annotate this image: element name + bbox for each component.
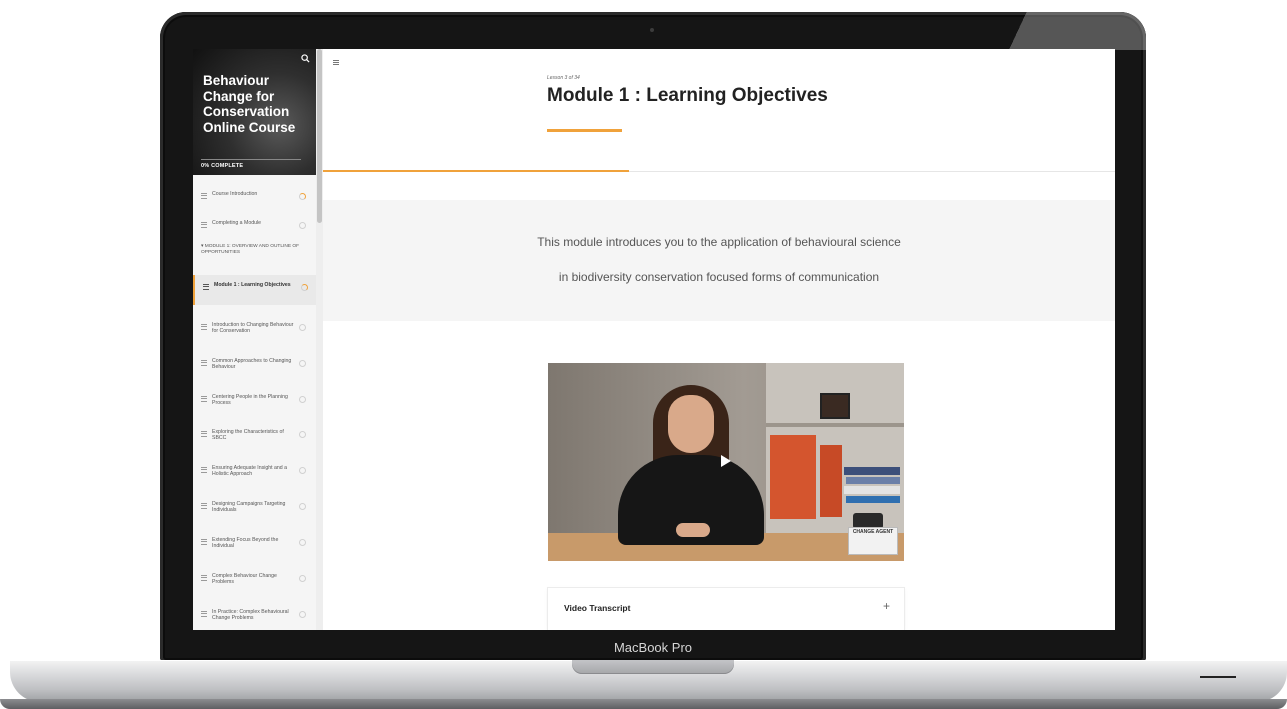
video-books <box>844 467 900 475</box>
course-title[interactable]: Behaviour Change for Conservation Online… <box>203 73 313 135</box>
lines-icon <box>201 467 207 473</box>
lines-icon <box>201 396 207 402</box>
sidebar-item-label: Ensuring Adequate Insight and a Holistic… <box>212 465 287 478</box>
sidebar-item-ensuring-adequate-insight[interactable]: Ensuring Adequate Insight and a Holistic… <box>193 458 316 484</box>
progress-circle-icon <box>299 360 306 367</box>
scrollbar-thumb[interactable] <box>317 49 322 223</box>
expand-icon[interactable]: + <box>883 599 890 613</box>
progress-circle-icon <box>299 503 306 510</box>
progress-circle-icon <box>299 575 306 582</box>
video-photo-frame <box>820 393 850 419</box>
sidebar-item-module-1-learning-objectives[interactable]: Module 1 : Learning Objectives <box>193 275 316 305</box>
lines-icon <box>201 611 207 617</box>
progress-circle-icon <box>299 611 306 618</box>
course-sidebar: Behaviour Change for Conservation Online… <box>193 49 317 630</box>
lesson-number: Lesson 3 of 34 <box>547 75 580 81</box>
sidebar-item-label: Complex Behaviour Change Problems <box>212 573 277 586</box>
video-orange-boxes <box>820 445 842 517</box>
lines-icon <box>201 539 207 545</box>
lines-icon <box>201 575 207 581</box>
sidebar-section-heading[interactable]: ▾ MODULE 1: OVERVIEW AND OUTLINE OF OPPO… <box>201 244 311 256</box>
progress-bar <box>201 159 301 160</box>
sidebar-item-label: Exploring the Characteristics of SBCC <box>212 429 284 442</box>
lid-reflection <box>956 12 1146 50</box>
lines-icon <box>201 503 207 509</box>
sidebar-scrollbar[interactable] <box>316 49 323 630</box>
video-books <box>846 477 900 484</box>
intro-text-line-1: This module introduces you to the applic… <box>537 235 901 249</box>
progress-circle-icon <box>299 431 306 438</box>
sidebar-item-label: Course Introduction <box>212 191 258 197</box>
sidebar-item-designing-campaigns[interactable]: Designing Campaigns Targeting Individual… <box>193 494 316 520</box>
video-books <box>844 486 900 494</box>
lines-icon <box>203 284 209 290</box>
laptop-notch <box>572 660 734 674</box>
search-icon[interactable] <box>301 54 310 63</box>
laptop-base-edge <box>0 699 1287 709</box>
video-person-hands <box>676 523 710 537</box>
progress-circle-icon <box>299 396 306 403</box>
lines-icon <box>201 360 207 366</box>
camera-icon <box>650 28 654 32</box>
sidebar-item-label: Extending Focus Beyond the Individual <box>212 537 279 550</box>
sidebar-item-completing-a-module[interactable]: Completing a Module <box>193 213 316 239</box>
laptop-indicator <box>1200 676 1236 678</box>
lesson-progress-bar <box>323 170 629 172</box>
progress-circle-icon <box>299 222 306 229</box>
sidebar-item-label: Introduction to Changing Behaviour for C… <box>212 322 294 335</box>
progress-circle-icon <box>299 193 306 200</box>
sidebar-item-label: Completing a Module <box>212 220 262 226</box>
lines-icon <box>201 193 207 199</box>
intro-text-line-2: in biodiversity conservation focused for… <box>558 270 880 284</box>
sidebar-item-label: In Practice: Complex Behavioural Change … <box>212 609 289 622</box>
sidebar-item-label: Centering People in the Planning Process <box>212 394 288 407</box>
sidebar-item-introduction-to-changing-behaviour[interactable]: Introduction to Changing Behaviour for C… <box>193 315 316 341</box>
progress-circle-icon <box>299 324 306 331</box>
video-shelf-board <box>766 423 904 427</box>
sidebar-item-label: Module 1 : Learning Objectives <box>214 282 291 288</box>
screen: Behaviour Change for Conservation Online… <box>193 49 1115 630</box>
video-sign: CHANGE AGENT <box>848 527 898 555</box>
hamburger-icon[interactable] <box>333 60 339 65</box>
lines-icon <box>201 222 207 228</box>
sidebar-item-centering-people[interactable]: Centering People in the Planning Process <box>193 387 316 413</box>
sidebar-item-label: Common Approaches to Changing Behaviour <box>212 358 292 371</box>
transcript-label: Video Transcript <box>564 603 631 613</box>
sidebar-item-course-introduction[interactable]: Course Introduction <box>193 184 316 210</box>
title-accent-line <box>547 129 622 132</box>
sidebar-item-exploring-sbcc[interactable]: Exploring the Characteristics of SBCC <box>193 422 316 448</box>
page-title: Module 1 : Learning Objectives <box>547 85 828 106</box>
play-icon[interactable] <box>721 455 731 467</box>
sidebar-item-common-approaches[interactable]: Common Approaches to Changing Behaviour <box>193 351 316 377</box>
progress-circle-icon <box>299 467 306 474</box>
video-person-face <box>668 395 714 453</box>
progress-circle-icon <box>299 539 306 546</box>
video-books <box>846 496 900 503</box>
course-header: Behaviour Change for Conservation Online… <box>193 49 316 175</box>
progress-label: 0% COMPLETE <box>201 163 244 169</box>
video-transcript-accordion[interactable]: Video Transcript + <box>548 588 904 630</box>
device-label: MacBook Pro <box>613 640 693 655</box>
lines-icon <box>201 324 207 330</box>
video-player[interactable]: CHANGE AGENT <box>548 363 904 561</box>
sidebar-item-extending-focus[interactable]: Extending Focus Beyond the Individual <box>193 530 316 556</box>
sidebar-item-label: Designing Campaigns Targeting Individual… <box>212 501 286 514</box>
progress-circle-icon <box>301 284 308 291</box>
sidebar-item-complex-problems[interactable]: Complex Behaviour Change Problems <box>193 566 316 592</box>
video-orange-boxes <box>770 435 816 519</box>
lines-icon <box>201 431 207 437</box>
sidebar-item-in-practice[interactable]: In Practice: Complex Behavioural Change … <box>193 602 316 628</box>
intro-panel: This module introduces you to the applic… <box>323 200 1115 321</box>
